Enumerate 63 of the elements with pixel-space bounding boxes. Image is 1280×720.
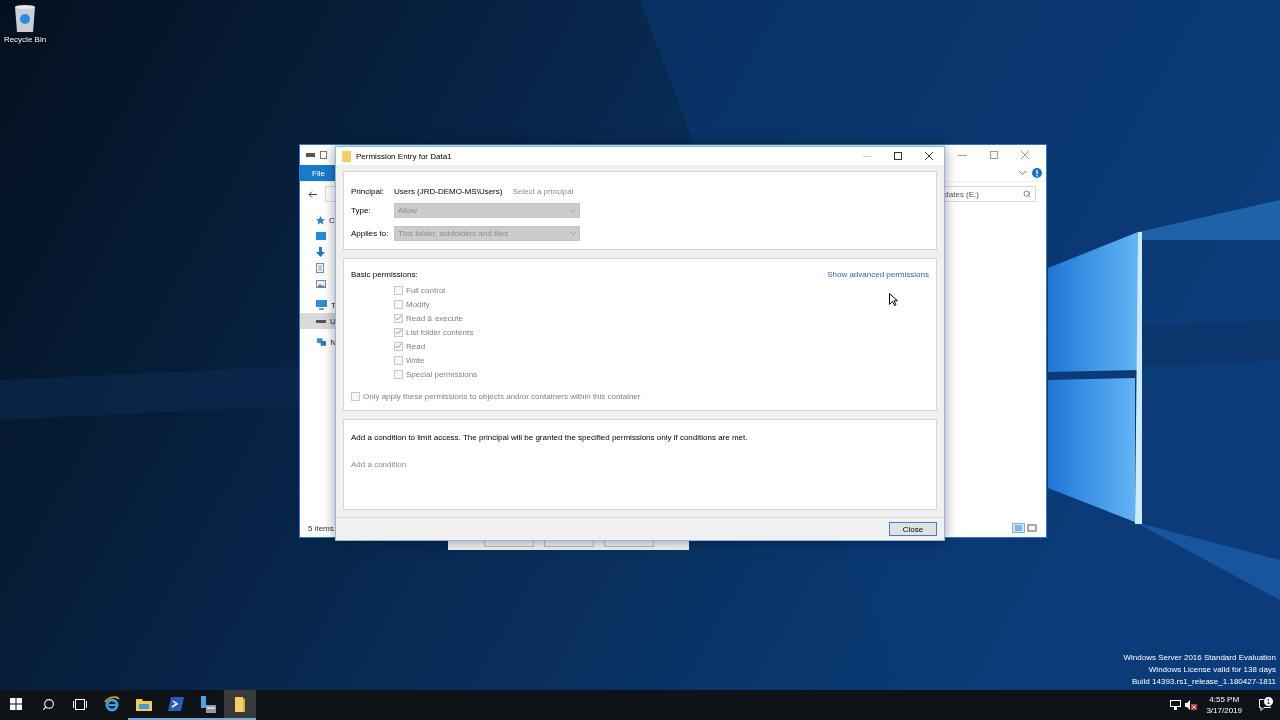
task-view-icon[interactable] [73,698,87,710]
file-tab[interactable]: File [300,165,337,181]
close-button[interactable]: Close [889,522,937,536]
watermark-text: Windows Server 2016 Standard Evaluation [1123,652,1276,663]
terminal-icon [168,697,184,711]
browser-icon [104,696,120,712]
folder-icon [235,696,245,712]
start-icon[interactable] [10,698,22,710]
mouse-cursor-icon [889,293,898,306]
checkbox-label: Read [406,341,426,351]
condition-description: Add a condition to limit access. The principal will be granted the specified permissions only if conditions are met. [351,432,748,442]
advanced-permissions-link[interactable]: Show advanced permissions [827,269,929,279]
checkbox-label: List folder contents [406,327,474,337]
nav-item[interactable]: C [300,212,336,228]
check-icon [395,315,402,321]
star-icon [316,215,325,225]
download-icon [316,247,325,257]
checkbox-label: Read & execute [406,313,463,323]
field-label: Principal: [351,186,385,196]
nav-item[interactable]: T [300,297,336,313]
close-icon[interactable] [924,152,933,160]
status-text: 5 items [308,523,334,533]
speaker-icon[interactable] [1184,700,1197,710]
section-label: Basic permissions: [351,269,418,279]
drive-icon [316,318,326,324]
chevron-down-icon [570,231,576,236]
server-icon [200,695,216,713]
image-icon [316,280,326,288]
desktop-icon-label[interactable]: Recycle Bin [3,35,47,44]
document-icon [316,263,324,273]
field-label: Type: [351,206,372,215]
checkbox-label: Full control [406,285,446,295]
checkbox-label: Special permissions [406,369,478,379]
computer-icon [316,300,327,310]
network-icon[interactable] [1170,700,1182,710]
monitor-icon [316,232,326,240]
chevron-down-icon[interactable] [1019,171,1026,175]
watermark-text: Windows License valid for 138 days [1148,664,1276,675]
help-icon[interactable] [1032,168,1042,178]
view-toggle-icon[interactable] [1012,523,1038,533]
folder-icon [342,150,351,162]
watermark-text: Build 14393.rs1_release_1.180427-1811 [1132,676,1276,687]
folder-icon [136,697,152,711]
check-icon [395,329,402,335]
network-icon [316,337,327,347]
window-title: Permission Entry for Data1 [356,151,452,161]
clock[interactable]: 4:55 PM 3/17/2019 [1198,694,1250,716]
nav-item[interactable]: U [300,313,336,329]
search-icon[interactable] [41,697,55,711]
check-icon [395,343,402,349]
principal-value: Users (JRD-DEMO-MS\Users) [394,186,503,196]
drive-icon [306,153,315,157]
message-icon [1259,699,1271,711]
checkbox-label: Write [406,355,425,365]
chevron-down-icon [570,208,576,213]
checkbox-label: Modify [406,299,430,309]
back-arrow-icon[interactable] [308,190,317,198]
taskbar-app[interactable] [224,690,256,720]
checkbox-label: Only apply these permissions to objects and/or containers within this container [363,391,641,401]
field-label: Applies to: [351,229,390,238]
minimize-icon[interactable] [958,154,967,156]
maximize-icon[interactable] [893,152,902,160]
nav-item[interactable]: N [300,334,336,350]
